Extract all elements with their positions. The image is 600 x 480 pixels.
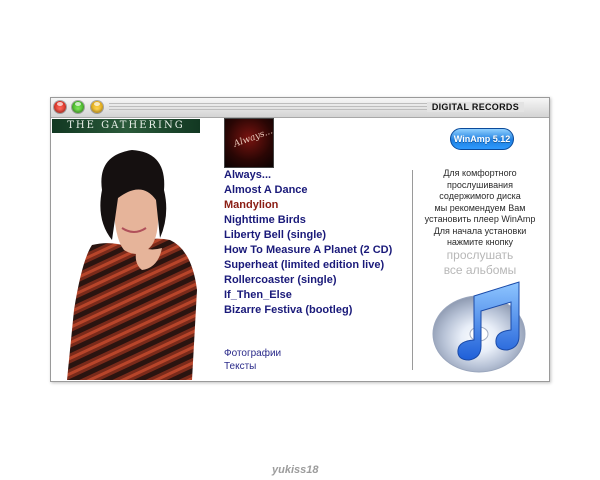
info-line: Для комфортного bbox=[443, 168, 517, 178]
itunes-music-icon[interactable] bbox=[429, 274, 539, 374]
album-link-active[interactable]: Mandylion bbox=[224, 198, 392, 213]
album-link[interactable]: Nighttime Birds bbox=[224, 213, 392, 228]
album-list: Always... Almost A Dance Mandylion Night… bbox=[224, 168, 392, 318]
watermark: yukiss18 bbox=[272, 464, 319, 476]
info-line: прослушивания bbox=[447, 179, 513, 190]
album-link[interactable]: Liberty Bell (single) bbox=[224, 228, 392, 243]
window-title: DIGITAL RECORDS bbox=[426, 102, 524, 112]
info-line: нажмите кнопку bbox=[446, 237, 514, 247]
album-link[interactable]: If_Then_Else bbox=[224, 288, 392, 303]
band-logo: THE GATHERING bbox=[52, 119, 200, 133]
album-link[interactable]: Always... bbox=[224, 168, 392, 183]
app-window: DIGITAL RECORDS THE GATHERING Always... … bbox=[50, 97, 550, 382]
zoom-icon[interactable] bbox=[91, 101, 103, 113]
winamp-info-text: Для комфортного прослушивания содержимог… bbox=[415, 168, 545, 249]
album-link[interactable]: How To Measure A Planet (2 CD) bbox=[224, 243, 392, 258]
title-bar[interactable]: DIGITAL RECORDS bbox=[51, 98, 549, 118]
album-link[interactable]: Superheat (limited edition live) bbox=[224, 258, 392, 273]
photos-link[interactable]: Фотографии bbox=[224, 347, 281, 360]
info-line: установить плеер WinAmp bbox=[424, 214, 536, 224]
texts-link[interactable]: Тексты bbox=[224, 360, 281, 373]
minimize-icon[interactable] bbox=[72, 101, 84, 113]
close-icon[interactable] bbox=[54, 101, 66, 113]
play-all-line: прослушать bbox=[446, 248, 514, 262]
bottom-links: Фотографии Тексты bbox=[224, 347, 281, 373]
album-link[interactable]: Almost A Dance bbox=[224, 183, 392, 198]
vertical-divider bbox=[412, 170, 413, 370]
info-line: содержимого диска bbox=[439, 191, 521, 201]
album-link[interactable]: Rollercoaster (single) bbox=[224, 273, 392, 288]
album-cover-image[interactable]: Always... bbox=[224, 118, 274, 168]
info-line: мы рекомендуем Вам bbox=[434, 202, 526, 213]
band-singer-photo bbox=[67, 150, 197, 380]
album-link[interactable]: Bizarre Festiva (bootleg) bbox=[224, 303, 392, 318]
album-cover-text: Always... bbox=[232, 126, 274, 150]
winamp-install-button[interactable]: WinAmp 5.12 bbox=[450, 128, 514, 150]
info-line: Для начала установки bbox=[433, 225, 527, 236]
